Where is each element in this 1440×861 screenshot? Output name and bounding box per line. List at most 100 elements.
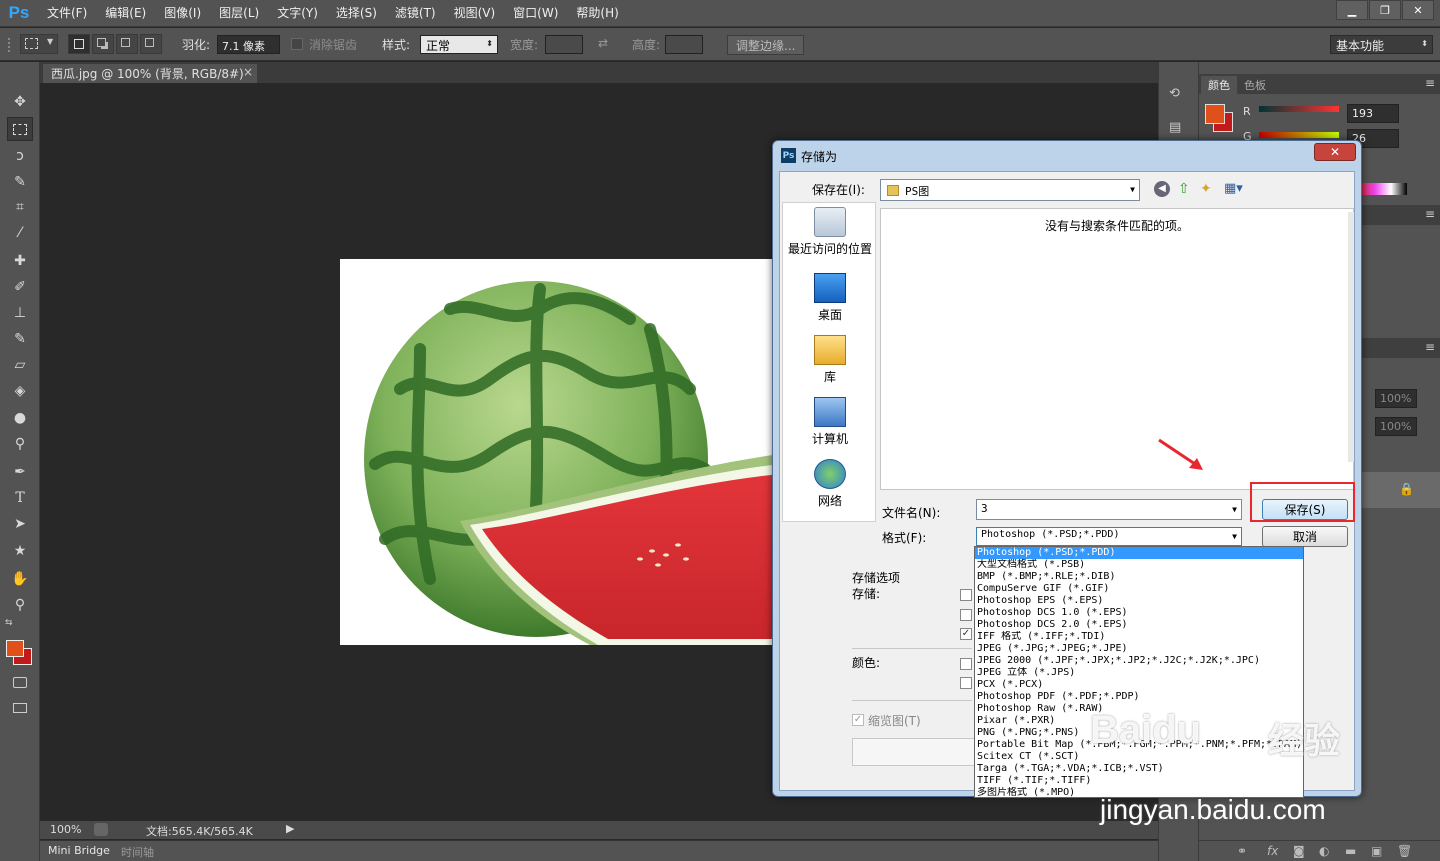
quick-select-tool-icon[interactable]: ✎ (7, 170, 33, 194)
panel-menu-icon[interactable]: ≡ (1425, 207, 1435, 221)
path-select-tool-icon[interactable]: ➤ (7, 512, 33, 536)
layer-fill-input[interactable]: 100% (1375, 417, 1417, 436)
add-mask-icon[interactable]: ◙ (1293, 844, 1305, 858)
close-window-button[interactable]: ✕ (1402, 0, 1434, 20)
height-input[interactable] (665, 35, 703, 54)
place-library[interactable]: 库 (783, 335, 877, 385)
close-tab-icon[interactable]: × (243, 65, 253, 79)
new-selection-button[interactable] (68, 34, 90, 54)
panel-menu-icon[interactable]: ≡ (1425, 340, 1435, 354)
filename-input[interactable]: 3 ▼ (976, 499, 1242, 520)
zoom-level[interactable]: 100% (50, 823, 81, 836)
brush-tool-icon[interactable]: ✐ (7, 275, 33, 299)
tab-color[interactable]: 颜色 (1201, 76, 1237, 94)
crop-tool-icon[interactable]: ⌗ (7, 195, 33, 219)
antialias-checkbox[interactable] (291, 38, 303, 50)
menu-edit[interactable]: 编辑(E) (96, 0, 155, 27)
format-option[interactable]: JPEG 立体 (*.JPS) (975, 667, 1303, 679)
save-option-checkbox-1[interactable] (960, 589, 972, 601)
menu-select[interactable]: 选择(S) (327, 0, 386, 27)
status-menu-icon[interactable] (94, 823, 108, 836)
color-option-checkbox-1[interactable] (960, 658, 972, 670)
format-option[interactable]: JPEG 2000 (*.JPF;*.JPX;*.JP2;*.J2C;*.J2K… (975, 655, 1303, 667)
rect-marquee-tool-icon[interactable] (7, 117, 33, 141)
dialog-titlebar[interactable]: Ps 存储为 (773, 141, 1361, 171)
style-dropdown[interactable]: 正常 ⬍ (420, 35, 498, 54)
tab-mini-bridge[interactable]: Mini Bridge (48, 844, 110, 857)
format-option[interactable]: Photoshop EPS (*.EPS) (975, 595, 1303, 607)
format-option[interactable]: Photoshop (*.PSD;*.PDD) (975, 547, 1303, 559)
g-slider[interactable] (1259, 132, 1339, 138)
subtract-selection-button[interactable] (116, 34, 138, 54)
document-tab[interactable]: 西瓜.jpg @ 100% (背景, RGB/8#) * × (43, 64, 257, 96)
format-option[interactable]: 大型文档格式 (*.PSB) (975, 559, 1303, 571)
eraser-tool-icon[interactable]: ▱ (7, 353, 33, 377)
menu-window[interactable]: 窗口(W) (504, 0, 567, 27)
feather-input[interactable]: 7.1 像素 (217, 35, 280, 54)
status-arrow-icon[interactable]: ▶ (286, 822, 294, 835)
place-computer[interactable]: 计算机 (783, 397, 877, 447)
menu-filter[interactable]: 滤镜(T) (386, 0, 445, 27)
new-layer-icon[interactable]: ▣ (1371, 844, 1382, 858)
thumbnail-checkbox[interactable]: ✓ (852, 714, 864, 726)
healing-brush-tool-icon[interactable]: ✚ (7, 249, 33, 273)
place-network[interactable]: 网络 (783, 459, 877, 509)
swap-icon[interactable]: ⇄ (598, 36, 608, 50)
new-folder-icon[interactable]: ✦ (1200, 181, 1212, 197)
intersect-selection-button[interactable] (140, 34, 162, 54)
properties-panel-icon[interactable]: ▤ (1169, 120, 1189, 140)
dialog-close-button[interactable]: ✕ (1314, 143, 1356, 161)
tab-timeline[interactable]: 时间轴 (121, 844, 154, 860)
format-dropdown[interactable]: Photoshop (*.PSD;*.PDD) ▼ (976, 527, 1242, 546)
menu-image[interactable]: 图像(I) (155, 0, 210, 27)
link-layers-icon[interactable]: ⚭ (1237, 844, 1247, 858)
type-tool-icon[interactable]: T (7, 486, 33, 510)
lasso-tool-icon[interactable]: ↄ (7, 144, 33, 168)
blur-tool-icon[interactable]: ● (7, 406, 33, 430)
fx-icon[interactable]: fx (1267, 844, 1278, 858)
eyedropper-tool-icon[interactable]: ⁄ (7, 221, 33, 245)
format-option[interactable]: CompuServe GIF (*.GIF) (975, 583, 1303, 595)
place-desktop[interactable]: 桌面 (783, 273, 877, 323)
r-value-input[interactable]: 193 (1347, 104, 1399, 123)
r-slider[interactable] (1259, 106, 1339, 112)
clone-stamp-tool-icon[interactable]: ⊥ (7, 301, 33, 325)
minimize-button[interactable]: ▁ (1336, 0, 1368, 20)
pen-tool-icon[interactable]: ✒ (7, 460, 33, 484)
refine-edge-button[interactable]: 调整边缘... (727, 35, 805, 55)
color-option-checkbox-2[interactable] (960, 677, 972, 689)
add-selection-button[interactable] (92, 34, 114, 54)
file-list[interactable]: 没有与搜索条件匹配的项。 (880, 208, 1354, 490)
place-recent[interactable]: 最近访问的位置 (783, 207, 877, 257)
format-option[interactable]: Photoshop DCS 1.0 (*.EPS) (975, 607, 1303, 619)
menu-type[interactable]: 文字(Y) (268, 0, 327, 27)
panel-fg-swatch[interactable] (1205, 104, 1225, 124)
paint-bucket-tool-icon[interactable]: ◈ (7, 379, 33, 403)
layer-opacity-input[interactable]: 100% (1375, 389, 1417, 408)
menu-view[interactable]: 视图(V) (445, 0, 505, 27)
save-option-checkbox-2[interactable] (960, 609, 972, 621)
cancel-button[interactable]: 取消 (1262, 526, 1348, 547)
format-option[interactable]: Photoshop DCS 2.0 (*.EPS) (975, 619, 1303, 631)
list-scrollbar[interactable] (1348, 212, 1354, 462)
zoom-tool-icon[interactable]: ⚲ (7, 593, 33, 617)
format-option[interactable]: BMP (*.BMP;*.RLE;*.DIB) (975, 571, 1303, 583)
format-option[interactable]: JPEG (*.JPG;*.JPEG;*.JPE) (975, 643, 1303, 655)
adjustment-layer-icon[interactable]: ◐ (1319, 844, 1329, 858)
menu-help[interactable]: 帮助(H) (567, 0, 627, 27)
format-option[interactable]: TIFF (*.TIF;*.TIFF) (975, 775, 1303, 787)
history-panel-icon[interactable]: ⟲ (1169, 86, 1189, 106)
menu-file[interactable]: 文件(F) (38, 0, 96, 27)
view-menu-icon[interactable]: ▦▾ (1224, 181, 1243, 196)
save-in-dropdown[interactable]: PS图 ▼ (880, 179, 1140, 201)
tool-preset-picker[interactable]: ▼ (20, 34, 58, 54)
screen-mode-icon[interactable] (7, 696, 33, 720)
width-input[interactable] (545, 35, 583, 54)
up-folder-icon[interactable]: ⇧ (1178, 181, 1190, 197)
dodge-tool-icon[interactable]: ⚲ (7, 432, 33, 456)
move-tool-icon[interactable]: ✥ (7, 90, 33, 114)
workspace-dropdown[interactable]: 基本功能 ⬍ (1330, 35, 1433, 54)
foreground-color-swatch[interactable] (6, 640, 24, 657)
back-icon[interactable]: ◀ (1154, 181, 1170, 197)
delete-layer-icon[interactable]: 🗑 (1397, 844, 1412, 858)
